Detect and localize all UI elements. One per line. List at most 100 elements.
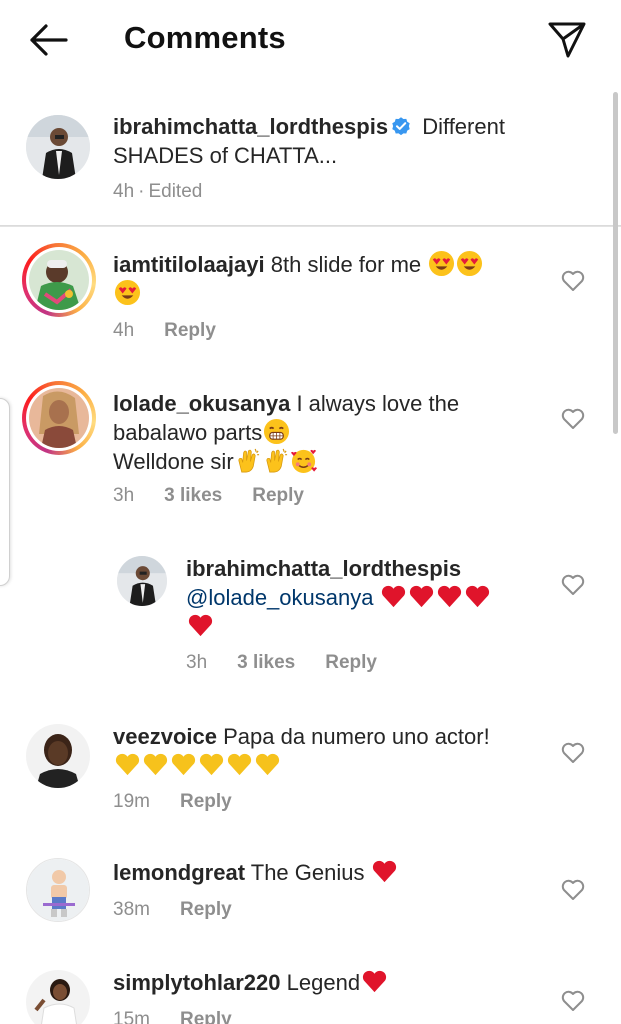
like-heart-icon[interactable] [560,988,586,1014]
comment-text: lemondgreat The Genius [113,858,553,887]
comment-username[interactable]: ibrahimchatta_lordthespis [186,556,461,581]
avatar[interactable] [26,724,90,788]
yellow-heart-emoji [255,753,279,776]
heart-eyes-emoji [456,250,482,277]
avatar-image [26,115,90,179]
comment-item: veezvoice Papa da numero uno actor! 19m R… [0,722,621,822]
paper-plane-icon [548,22,586,58]
smiling-face-with-hearts-emoji [291,449,318,474]
comment-meta: 19m Reply [113,791,262,813]
clapping-hands-emoji [266,448,288,473]
likes-count[interactable]: 3 likes [237,652,295,673]
comment-meta: 38m Reply [113,899,262,921]
comment-meta: 15m Reply [113,1009,262,1024]
like-heart-icon[interactable] [560,406,586,432]
comment-item: lolade_okusanya I always love the babala… [0,376,621,526]
avatar-image [29,388,89,448]
edge-panel-handle[interactable] [0,398,10,586]
comment-body-line2: babalawo parts [113,420,263,445]
comment-meta: 3h 3 likes Reply [113,485,334,507]
red-heart-emoji [373,860,397,883]
avatar-image [27,859,89,921]
top-bar: Comments [0,0,621,80]
like-heart-icon[interactable] [560,572,586,598]
comment-time: 15m [113,1009,150,1024]
comment-meta: 4h Reply [113,320,246,342]
comment-time: 3h [186,652,208,673]
heart-eyes-emoji [428,250,454,277]
reply-button[interactable]: Reply [180,1009,232,1024]
comment-username[interactable]: lemondgreat [113,860,245,885]
back-button[interactable] [26,18,70,62]
like-heart-icon[interactable] [560,268,586,294]
like-heart-icon[interactable] [560,877,586,903]
comment-item: iamtitilolaajayi 8th slide for me 4h Repl… [0,240,621,350]
mention-link[interactable]: @lolade_okusanya [186,585,373,610]
verified-badge-icon [392,117,410,136]
avatar-image [117,556,167,606]
caption-username[interactable]: ibrahimchatta_lordthespis [113,114,388,139]
comment-time: 4h [113,320,135,341]
avatar-image [26,724,90,788]
yellow-heart-emoji [171,753,195,776]
avatar[interactable] [117,556,167,606]
comment-body: 8th slide for me [270,252,422,277]
page-title: Comments [124,20,286,55]
red-heart-emoji [410,585,434,608]
caption-meta: 4h · Edited [113,181,232,203]
comment-meta: 3h 3 likes Reply [186,652,407,674]
likes-count[interactable]: 3 likes [164,485,222,506]
scrollbar[interactable] [613,92,618,434]
reply-button[interactable]: Reply [180,791,232,812]
caption-separator: · [138,181,145,202]
comment-username[interactable]: veezvoice [113,724,217,749]
story-avatar[interactable] [22,381,96,455]
yellow-heart-emoji [227,753,251,776]
comment-body-line3: Welldone sir [113,449,234,474]
comment-username[interactable]: simplytohlar220 [113,970,281,995]
red-heart-emoji [362,970,386,993]
comment-text: iamtitilolaajayi 8th slide for me [113,250,533,308]
caption-time: 4h [113,181,135,202]
avatar-image [29,250,89,310]
avatar[interactable] [26,115,90,179]
comment-item: simplytohlar220 Legend 15m Reply [0,968,621,1024]
share-button[interactable] [546,18,588,60]
red-heart-emoji [382,585,406,608]
like-heart-icon[interactable] [560,740,586,766]
yellow-heart-emoji [199,753,223,776]
clapping-hands-emoji [238,448,260,473]
yellow-heart-emoji [115,753,139,776]
comment-text: veezvoice Papa da numero uno actor! [113,722,553,780]
avatar[interactable] [26,970,90,1024]
comment-item: lemondgreat The Genius 38m Reply [0,858,621,938]
caption-edited: Edited [148,181,203,202]
story-avatar[interactable] [22,243,96,317]
caption-text: ibrahimchatta_lordthespis Different SHAD… [113,112,573,170]
avatar[interactable] [26,858,90,922]
comment-time: 19m [113,791,150,812]
comment-username[interactable]: iamtitilolaajayi [113,252,265,277]
arrow-left-icon [30,24,68,56]
reply-button[interactable]: Reply [164,320,216,341]
comment-text: ibrahimchatta_lordthespis @lolade_okusan… [186,554,546,641]
caption-text-line2: SHADES of CHATTA... [113,143,338,168]
grinning-emoji [263,418,289,445]
comment-text: simplytohlar220 Legend [113,968,553,997]
reply-button[interactable]: Reply [252,485,304,506]
comment-time: 38m [113,899,150,920]
divider [0,226,621,227]
comment-username[interactable]: lolade_okusanya [113,391,290,416]
reply-item: ibrahimchatta_lordthespis @lolade_okusan… [0,552,621,682]
comment-body: The Genius [250,860,365,885]
comment-text: lolade_okusanya I always love the babala… [113,389,543,476]
comment-time: 3h [113,485,135,506]
red-heart-emoji [188,614,212,637]
comment-body: I always love the [296,391,460,416]
heart-eyes-emoji [114,279,140,306]
reply-button[interactable]: Reply [325,652,377,673]
post-caption: ibrahimchatta_lordthespis Different SHAD… [0,98,621,226]
red-heart-emoji [438,585,462,608]
yellow-heart-emoji [143,753,167,776]
reply-button[interactable]: Reply [180,899,232,920]
